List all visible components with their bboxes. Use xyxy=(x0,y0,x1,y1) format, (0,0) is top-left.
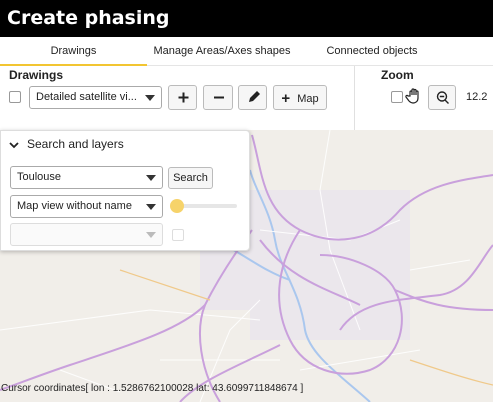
pencil-icon xyxy=(249,91,260,102)
opacity-slider-handle[interactable] xyxy=(170,199,184,213)
add-button[interactable] xyxy=(168,85,197,110)
layer-select-value: Detailed satellite vi... xyxy=(36,91,137,103)
layer-select[interactable]: Detailed satellite vi... xyxy=(29,86,162,109)
hand-icon xyxy=(404,86,424,111)
chevron-down-icon xyxy=(146,232,156,238)
panel-divider xyxy=(354,66,355,130)
chevron-down-icon xyxy=(146,175,156,181)
add-map-button[interactable]: + Map xyxy=(273,85,327,110)
tab-drawings[interactable]: Drawings xyxy=(0,37,147,66)
search-layers-panel: Search and layers Toulouse Search Map vi… xyxy=(0,130,250,251)
edit-button[interactable] xyxy=(238,85,267,110)
add-map-label: Map xyxy=(297,93,319,105)
plus-icon xyxy=(178,92,189,103)
chevron-down-icon xyxy=(145,95,155,101)
zoom-heading: Zoom xyxy=(381,68,414,82)
remove-button[interactable] xyxy=(203,85,233,110)
view-select-value: Map view without name xyxy=(17,200,132,212)
pan-checkbox[interactable] xyxy=(391,91,403,103)
city-select[interactable]: Toulouse xyxy=(10,166,163,189)
tab-manage-areas[interactable]: Manage Areas/Axes shapes xyxy=(147,37,297,65)
page-title: Create phasing xyxy=(0,0,493,37)
disabled-checkbox xyxy=(172,229,184,241)
disabled-select xyxy=(10,223,163,246)
zoom-out-icon xyxy=(436,91,449,104)
tab-bar: Drawings Manage Areas/Axes shapes Connec… xyxy=(0,37,493,66)
search-button[interactable]: Search xyxy=(168,167,213,189)
chevron-down-icon[interactable] xyxy=(8,140,20,150)
drawings-heading: Drawings xyxy=(9,68,64,82)
tab-connected-objects[interactable]: Connected objects xyxy=(297,37,447,65)
opacity-slider[interactable] xyxy=(170,199,237,213)
view-select[interactable]: Map view without name xyxy=(10,195,163,218)
plus-icon: + xyxy=(281,90,291,107)
toolbar-panel: Drawings Detailed satellite vi... + Map … xyxy=(0,66,493,130)
zoom-out-button[interactable] xyxy=(428,85,456,110)
search-layers-heading: Search and layers xyxy=(27,137,124,151)
minus-icon xyxy=(214,96,224,99)
zoom-level: 12.2 xyxy=(466,91,488,103)
chevron-down-icon xyxy=(146,204,156,210)
cursor-coordinates: Cursor coordinates[ lon : 1.528676210002… xyxy=(1,383,304,394)
drawings-checkbox[interactable] xyxy=(9,91,21,103)
city-select-value: Toulouse xyxy=(17,171,62,183)
